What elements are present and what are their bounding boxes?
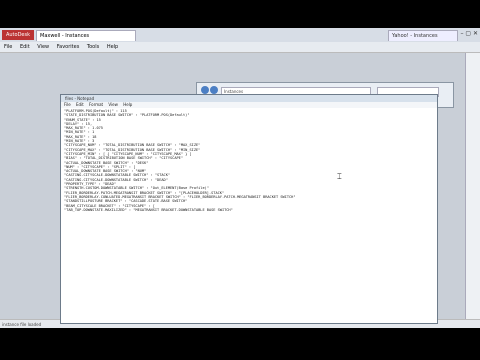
back-button[interactable] (201, 86, 209, 94)
menu-file[interactable]: File (4, 44, 12, 50)
menu-help[interactable]: Help (107, 44, 118, 50)
notepad-menu-edit[interactable]: Edit (76, 102, 84, 107)
notepad-text-area[interactable]: "PLATFORM.POS(Default)" : 115 "STATE_DIST… (64, 109, 432, 319)
menu-edit[interactable]: Edit (20, 44, 30, 50)
browser-tab-2[interactable]: Yahoo! - Instances (388, 30, 458, 41)
notepad-window: files - Notepad File Edit Format View He… (60, 94, 438, 324)
screen: AutoDesk Maxwell - Instances Yahoo! - In… (0, 0, 480, 360)
notepad-menu-format[interactable]: Format (89, 102, 103, 107)
forward-button[interactable] (210, 86, 218, 94)
notepad-line: "TAB_TOP.DOWNSTATE.MAXILIZED" : "MEGATRA… (64, 207, 233, 212)
letterbox-top (0, 0, 480, 28)
browser-menubar: File Edit View Favorites Tools Help (4, 42, 124, 52)
mouse-cursor-icon: ⌶ (337, 172, 342, 181)
notepad-menu-file[interactable]: File (64, 102, 71, 107)
notepad-title: files - Notepad (61, 95, 437, 102)
menu-favorites[interactable]: Favorites (57, 44, 80, 50)
menu-tools[interactable]: Tools (87, 44, 99, 50)
browser-tab[interactable]: Maxwell - Instances (36, 30, 136, 41)
menu-view[interactable]: View (37, 44, 49, 50)
notepad-menu-help[interactable]: Help (123, 102, 132, 107)
letterbox-bottom (0, 328, 480, 360)
window-controls[interactable]: – ▢ ✕ (460, 30, 478, 37)
notepad-menubar: File Edit Format View Help (61, 102, 437, 108)
browser-scrollbar[interactable] (465, 53, 480, 319)
browser-logo: AutoDesk (2, 30, 34, 40)
notepad-menu-view[interactable]: View (108, 102, 118, 107)
